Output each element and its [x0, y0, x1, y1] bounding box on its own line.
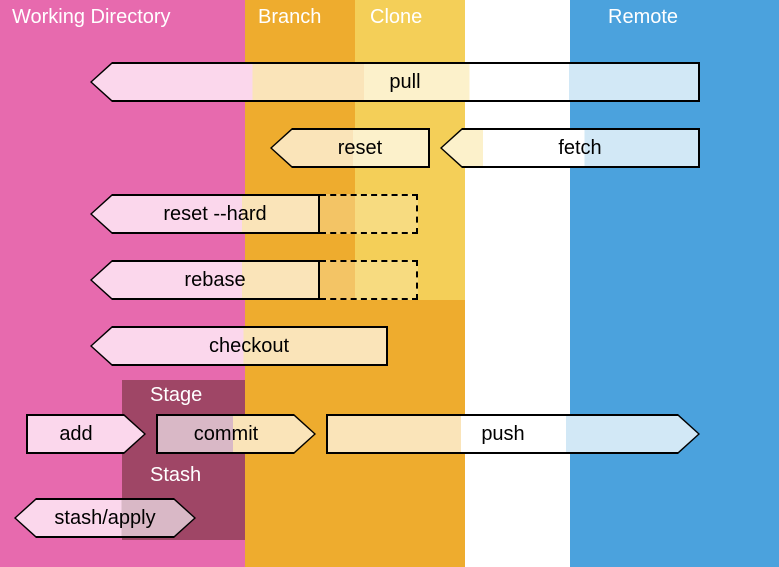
git-flow-diagram: Working Directory Branch Clone Remote St…: [0, 0, 779, 567]
arrow-reset: reset: [270, 128, 430, 168]
cmd-checkout: checkout: [209, 335, 289, 358]
arrow-commit: commit: [156, 414, 316, 454]
label-clone: Clone: [370, 6, 422, 29]
cmd-commit: commit: [194, 423, 258, 446]
arrow-pull: pull: [90, 62, 700, 102]
cmd-fetch: fetch: [558, 137, 601, 160]
arrow-reset-hard-ext: [320, 194, 418, 234]
arrow-stash-apply: stash/apply: [14, 498, 196, 538]
cmd-pull: pull: [389, 71, 420, 94]
cmd-stash-apply: stash/apply: [54, 507, 155, 530]
label-branch: Branch: [258, 6, 321, 29]
cmd-add: add: [59, 423, 92, 446]
label-remote: Remote: [608, 6, 678, 29]
arrow-checkout: checkout: [90, 326, 388, 366]
arrow-push: push: [326, 414, 700, 454]
arrow-add: add: [26, 414, 146, 454]
cmd-reset-hard: reset --hard: [163, 203, 266, 226]
cmd-push: push: [481, 423, 524, 446]
label-stash: Stash: [150, 464, 201, 487]
arrow-rebase: rebase: [90, 260, 320, 300]
arrow-reset-hard: reset --hard: [90, 194, 320, 234]
label-working-directory: Working Directory: [12, 6, 171, 29]
cmd-reset: reset: [338, 137, 382, 160]
cmd-rebase: rebase: [184, 269, 245, 292]
arrow-rebase-ext: [320, 260, 418, 300]
label-stage: Stage: [150, 384, 202, 407]
arrow-fetch: fetch: [440, 128, 700, 168]
